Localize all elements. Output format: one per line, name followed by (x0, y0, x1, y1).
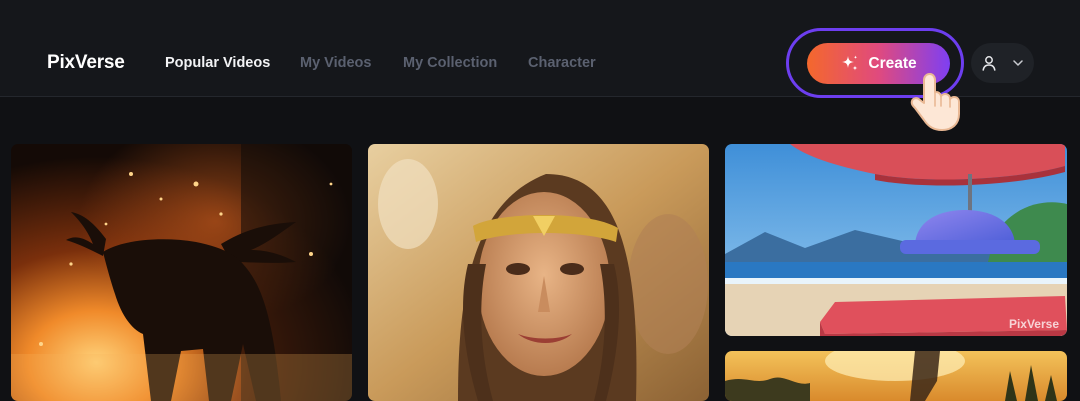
nav-my-videos[interactable]: My Videos (300, 55, 371, 71)
nav-my-collection[interactable]: My Collection (403, 55, 497, 71)
video-thumbnail (368, 144, 709, 401)
pixverse-logo[interactable]: PixVerse (47, 52, 125, 74)
nav-popular-videos[interactable]: Popular Videos (165, 55, 270, 71)
video-card-moose[interactable] (11, 144, 352, 401)
watermark: PixVerse (1008, 317, 1059, 331)
chevron-down-icon (1013, 60, 1023, 66)
video-card-woman-portrait[interactable] (368, 144, 709, 401)
video-thumbnail (725, 144, 1067, 336)
pointing-hand-icon (910, 73, 960, 131)
user-menu[interactable] (971, 43, 1034, 83)
video-thumbnail (11, 144, 352, 401)
video-thumbnail (725, 351, 1067, 401)
app-page: PixVerse Popular Videos My Videos My Col… (0, 0, 1080, 401)
video-card-sunset[interactable] (725, 351, 1067, 401)
user-icon (982, 56, 996, 71)
video-card-beach[interactable]: PixVerse (725, 144, 1067, 336)
nav-character[interactable]: Character (528, 55, 596, 71)
sparkle-icon (842, 55, 858, 70)
